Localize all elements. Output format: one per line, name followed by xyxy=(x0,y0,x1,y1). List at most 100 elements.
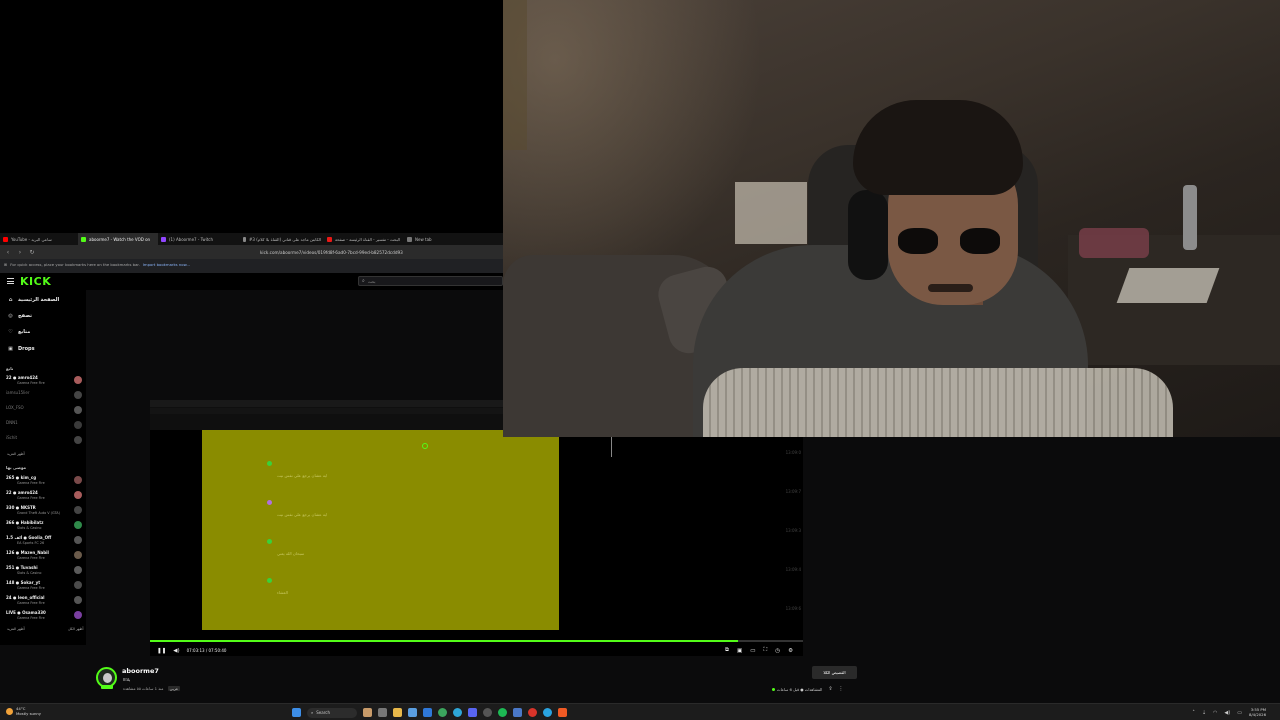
headphones xyxy=(848,190,888,280)
volume-icon[interactable]: ◀) xyxy=(1224,710,1230,716)
channel-game: Garena Free Fire xyxy=(17,496,45,500)
sidebar-nav-label: تصفح xyxy=(18,312,33,319)
recommended-channel[interactable]: 148 ● Sokar_yt Garena Free Fire xyxy=(5,580,83,593)
edge-icon[interactable] xyxy=(453,708,462,717)
recommended-channel[interactable]: 251 ● Tuvashi Slots & Casino xyxy=(5,565,83,578)
weather-widget[interactable]: 44°C Mostly sunny xyxy=(6,706,41,716)
speed-icon[interactable]: ◷ xyxy=(775,648,780,654)
kick-header: KICK ⌕ بحث xyxy=(0,273,503,290)
language-tag[interactable]: عربي xyxy=(167,686,181,691)
browser-tab[interactable]: aboorme7 - Watch the VOD on xyxy=(78,233,158,245)
telegram-icon[interactable] xyxy=(543,708,552,717)
progress-fill xyxy=(150,640,738,642)
channel-name: 22 ● amro424 xyxy=(6,490,38,495)
followed-channel[interactable]: iSchit xyxy=(5,435,83,448)
browser-tab[interactable]: New tab xyxy=(404,233,444,245)
battery-icon[interactable]: ▭ xyxy=(1237,710,1242,716)
system-tray: ˄ ⇣ ◠ ◀) ▭ 3:55 PM 8/4/2026 xyxy=(1192,706,1266,719)
show-more-link[interactable]: أظهر المزيد xyxy=(7,452,25,456)
video-player[interactable]: 13:09:0 13:09:7 13:09:3 13:09:4 13:09:6 ❚❚ ◀… xyxy=(150,400,803,656)
channel-game: Garena Free Fire xyxy=(17,481,45,485)
followed-channel[interactable]: iamsu15lier xyxy=(5,390,83,403)
menu-icon[interactable] xyxy=(7,278,14,284)
clip-icon[interactable]: ⧉ xyxy=(725,647,729,654)
forward-icon[interactable]: › xyxy=(16,248,24,256)
settings-icon[interactable]: ⚙ xyxy=(788,648,793,654)
back-icon[interactable]: ‹ xyxy=(4,248,12,256)
share-icon[interactable]: ⇪ xyxy=(828,686,832,692)
download-icon[interactable]: ⇣ xyxy=(1202,710,1206,716)
gift-icon: ▣ xyxy=(8,345,13,352)
avatar xyxy=(74,436,82,444)
views-row: المشاهدات ● قبل 6 ساعات ⇪ ⋮ xyxy=(772,686,844,692)
theater-icon[interactable]: ▭ xyxy=(750,648,755,654)
bookmarks-bar: ⊞ For quick access, place your bookmarks… xyxy=(0,259,503,270)
tab-label: New tab xyxy=(415,236,432,242)
search-input[interactable]: ⌕ بحث xyxy=(358,276,503,286)
sidebar-nav-item[interactable]: ⌂ الصفحة الرئيسية xyxy=(7,295,60,304)
recommended-channel[interactable]: 1.5 ألف ● Goolia_Off EA Sports FC 26 xyxy=(5,535,83,548)
video-title: يلاااا xyxy=(123,677,131,682)
favicon-icon xyxy=(327,236,332,242)
sidebar-nav-item[interactable]: ♡ متابع xyxy=(7,327,30,336)
recommended-channel[interactable]: 22 ● amro424 Garena Free Fire xyxy=(5,490,83,503)
app-icon[interactable] xyxy=(513,708,522,717)
browser-tab[interactable]: #3 الكابتن ماجد على قناتي (القناة بلا كل… xyxy=(240,233,324,245)
mail-icon[interactable] xyxy=(423,708,432,717)
more-options-icon[interactable]: ⋮ xyxy=(839,686,844,692)
sidebar-nav-item[interactable]: ◎ تصفح xyxy=(7,311,32,320)
taskbar-search[interactable]: ⌕ Search xyxy=(307,707,357,718)
volume-icon[interactable]: ◀) xyxy=(173,648,179,654)
obs-icon[interactable] xyxy=(483,708,492,717)
clip-button[interactable]: القصيص الكلا xyxy=(812,666,857,679)
browser-tab[interactable]: YouTube - ساعي البريد xyxy=(0,233,78,245)
kick-logo[interactable]: KICK xyxy=(20,275,51,288)
wifi-icon[interactable]: ◠ xyxy=(1213,710,1217,716)
timestamp: 13:09:3 xyxy=(785,528,801,533)
following-title: تابع xyxy=(6,366,14,371)
followed-channel[interactable]: 22 ● amro424 Garena Free Fire xyxy=(5,375,83,388)
apps-icon[interactable]: ⊞ xyxy=(4,262,7,267)
recommended-channel[interactable]: 366 ● Habibilatz Slots & Casino xyxy=(5,520,83,533)
show-more-link[interactable]: أظهر المزيد xyxy=(7,627,25,631)
store-icon[interactable] xyxy=(408,708,417,717)
recommended-channel[interactable]: LIVE ● Osama330 Garena Free Fire xyxy=(5,610,83,623)
spotify-icon[interactable] xyxy=(498,708,507,717)
recommended-channel[interactable]: 330 ● NKSTR Grand Theft Auto V (GTA) xyxy=(5,505,83,518)
opera-icon[interactable] xyxy=(528,708,537,717)
views-text: المشاهدات ● قبل 6 ساعات xyxy=(777,686,823,692)
fullscreen-icon[interactable]: ⛶ xyxy=(763,647,767,654)
url-field[interactable]: kick.com/aboorme7/videos/019fd8f-6ad0-7b… xyxy=(260,250,403,255)
water-bottle xyxy=(1183,185,1197,250)
recommended-channel[interactable]: 24 ● leon_official Garena Free Fire xyxy=(5,595,83,608)
recommended-channel[interactable]: 265 ● kim_cg Garena Free Fire xyxy=(5,475,83,488)
widgets-icon[interactable] xyxy=(363,708,372,717)
discord-icon[interactable] xyxy=(468,708,477,717)
reload-icon[interactable]: ↻ xyxy=(28,248,36,256)
show-all-link[interactable]: أظهر الكل xyxy=(68,627,83,631)
channel-name: 148 ● Sokar_yt xyxy=(6,580,41,585)
followed-channel[interactable]: LOX_FSO xyxy=(5,405,83,418)
avatar xyxy=(74,421,82,429)
task-view-icon[interactable] xyxy=(378,708,387,717)
recommended-channel[interactable]: 126 ● Mazen_Nabil Garena Free Fire xyxy=(5,550,83,563)
chevron-up-icon[interactable]: ˄ xyxy=(1192,710,1195,716)
chrome-icon[interactable] xyxy=(438,708,447,717)
windows-start-icon[interactable] xyxy=(292,708,301,717)
channel-name[interactable]: aboorme7 xyxy=(122,667,159,675)
desktop: YouTube - ساعي البريد aboorme7 - Watch th… xyxy=(0,0,1280,720)
sidebar-nav-item[interactable]: ▣ Drops xyxy=(7,344,34,353)
browser-tab[interactable]: (1) Aboorme7 - Twitch xyxy=(158,233,240,245)
followed-channel[interactable]: DNN1 xyxy=(5,420,83,433)
pip-icon[interactable]: ▣ xyxy=(737,648,742,654)
live-badge xyxy=(101,685,113,689)
brave-icon[interactable] xyxy=(558,708,567,717)
pause-icon[interactable]: ❚❚ xyxy=(157,648,166,654)
import-bookmarks-link[interactable]: Import bookmarks now... xyxy=(143,262,190,267)
channel-name: DNN1 xyxy=(6,420,18,425)
avatar xyxy=(74,551,82,559)
file-explorer-icon[interactable] xyxy=(393,708,402,717)
clock[interactable]: 3:55 PM 8/4/2026 xyxy=(1249,707,1266,717)
browser-tab[interactable]: البحث - تفسير - القناة الرئيسة - صفحة xyxy=(324,233,404,245)
timestamp: 13:09:7 xyxy=(785,489,801,494)
